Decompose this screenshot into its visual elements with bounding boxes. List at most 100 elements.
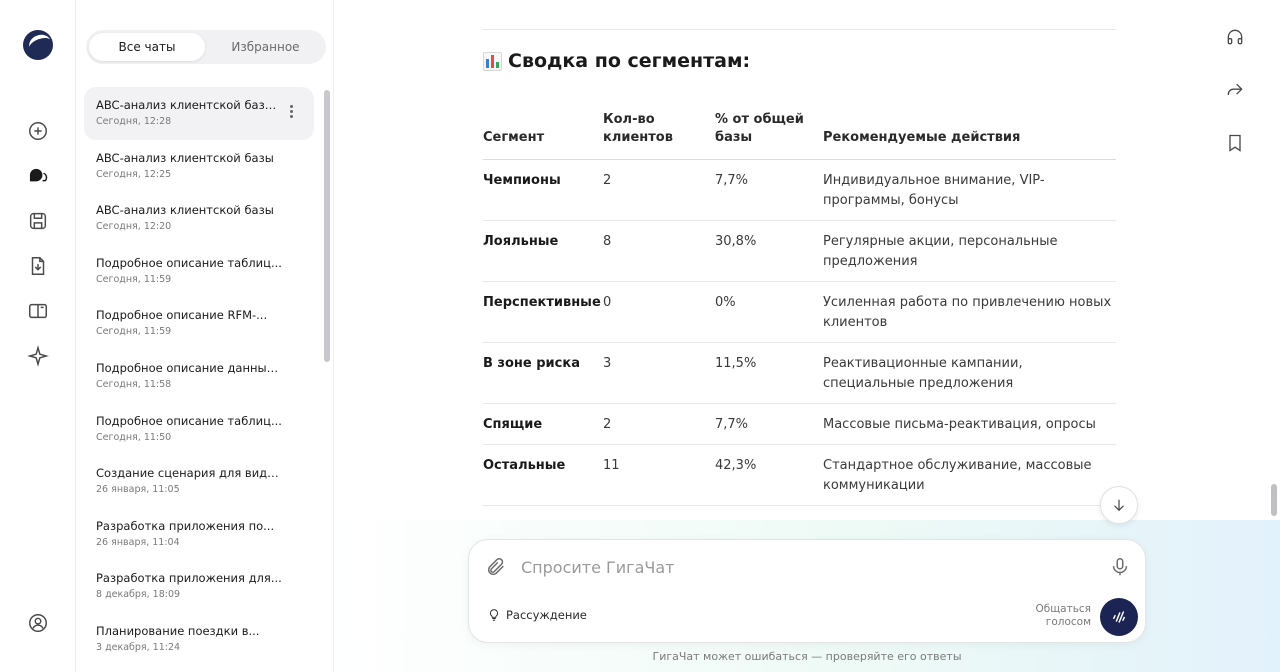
chats-icon[interactable] <box>25 163 51 189</box>
chat-list-scrollbar-thumb[interactable] <box>324 90 330 362</box>
voice-chat-label: Общаться голосом <box>1035 603 1091 628</box>
percent-cell: 0% <box>715 281 823 343</box>
percent-cell: 7,7% <box>715 159 823 221</box>
chat-item[interactable]: Подробное описание таблиц... Сегодня, 11… <box>84 403 314 456</box>
files-icon[interactable] <box>25 253 51 279</box>
chat-item-title: Подробное описание таблиц... <box>96 255 282 270</box>
segment-cell: В зоне риска <box>483 342 603 404</box>
table-row: Спящие 2 7,7% Массовые письма-реактиваци… <box>483 403 1116 445</box>
percent-cell: 11,5% <box>715 342 823 404</box>
segment-cell: Перспективные <box>483 281 603 343</box>
arrow-down-icon <box>1114 499 1124 512</box>
column-header: % от общей базы <box>715 103 823 160</box>
chat-item[interactable]: ABC-анализ клиентской базы Сегодня, 12:2… <box>84 140 314 193</box>
new-chat-icon[interactable] <box>25 118 51 144</box>
count-cell: 2 <box>603 159 715 221</box>
percent-cell: 30,8% <box>715 220 823 282</box>
library-icon[interactable] <box>25 298 51 324</box>
divider <box>483 29 1116 30</box>
attach-button[interactable] <box>485 556 507 578</box>
message-input[interactable] <box>521 554 1081 580</box>
sparkle-icon[interactable] <box>25 343 51 369</box>
table-row: Остальные 11 42,3% Стандартное обслужива… <box>483 444 1116 506</box>
column-header: Рекомендуемые действия <box>823 103 1116 160</box>
chat-item-date: Сегодня, 11:50 <box>96 431 172 443</box>
table-row: Перспективные 0 0% Усиленная работа по п… <box>483 281 1116 343</box>
page-scrollbar-thumb[interactable] <box>1271 484 1277 516</box>
tab-favorites[interactable]: Избранное <box>208 33 323 61</box>
disclaimer-text: ГигаЧат может ошибаться — проверяйте его… <box>652 650 962 663</box>
chat-item-title: ABC-анализ клиентской базы <box>96 203 274 218</box>
chat-item-title: Разработка приложения по... <box>96 518 275 533</box>
chat-item-date: Сегодня, 11:59 <box>96 326 172 338</box>
bookmark-icon <box>1229 134 1241 152</box>
voice-chat-button[interactable] <box>1100 598 1138 636</box>
profile-icon[interactable] <box>25 610 51 636</box>
actions-cell: Стандартное обслуживание, массовые комму… <box>823 444 1116 506</box>
segment-cell: Лояльные <box>483 220 603 282</box>
message-composer: Рассуждение Общаться голосом <box>468 539 1146 643</box>
segment-cell: Спящие <box>483 403 603 445</box>
chat-item-date: Сегодня, 12:25 <box>96 168 172 180</box>
chat-item-title: Планирование поездки в... <box>96 623 260 638</box>
saved-icon[interactable] <box>25 208 51 234</box>
percent-cell: 7,7% <box>715 403 823 445</box>
chat-tabs: Все чаты Избранное <box>86 30 326 64</box>
chat-item-date: 26 января, 11:05 <box>96 484 180 496</box>
voice-wave-icon <box>1112 611 1126 623</box>
share-arrow-icon <box>1227 83 1243 95</box>
table-row: Лояльные 8 30,8% Регулярные акции, персо… <box>483 220 1116 282</box>
chat-item[interactable]: Разработка приложения для... 8 декабря, … <box>84 560 314 613</box>
headphones-icon <box>1227 29 1243 45</box>
bar-chart-icon <box>483 51 502 71</box>
chat-item-date: 8 декабря, 18:09 <box>96 589 181 601</box>
count-cell: 8 <box>603 220 715 282</box>
reasoning-label: Рассуждение <box>506 608 587 622</box>
percent-cell: 42,3% <box>715 444 823 506</box>
chat-item[interactable]: Планирование поездки в... 3 декабря, 11:… <box>84 613 314 657</box>
actions-cell: Регулярные акции, персональные предложен… <box>823 220 1116 282</box>
chat-item-date: Сегодня, 11:58 <box>96 378 172 390</box>
microphone-button[interactable] <box>1109 556 1131 578</box>
chat-item-title: Создание сценария для виде... <box>96 466 282 481</box>
chat-item[interactable]: Создание сценария для виде... 26 января,… <box>84 455 314 508</box>
actions-cell: Реактивационные кампании, специальные пр… <box>823 342 1116 404</box>
support-button[interactable] <box>1222 24 1248 50</box>
chat-item-title: Подробное описание данных... <box>96 360 282 375</box>
chat-item-title: Разработка приложения для... <box>96 571 282 586</box>
chat-item-date: Сегодня, 11:59 <box>96 273 172 285</box>
lightbulb-icon <box>490 609 498 621</box>
segment-cell: Остальные <box>483 444 603 506</box>
chat-item-date: Сегодня, 12:28 <box>96 116 172 127</box>
section-heading-text: Сводка по сегментам: <box>508 50 751 72</box>
tab-all-chats[interactable]: Все чаты <box>89 33 205 61</box>
gigachat-logo-icon[interactable] <box>23 30 53 60</box>
chat-item[interactable]: Подробное описание RFM-... Сегодня, 11:5… <box>84 297 314 350</box>
count-cell: 3 <box>603 342 715 404</box>
chat-item[interactable]: Подробное описание данных... Сегодня, 11… <box>84 350 314 403</box>
chat-item[interactable]: Разработка приложения по... 26 января, 1… <box>84 508 314 561</box>
share-button[interactable] <box>1222 77 1248 103</box>
actions-cell: Усиленная работа по привлечению новых кл… <box>823 281 1116 343</box>
actions-cell: Индивидуальное внимание, VIP-программы, … <box>823 159 1116 221</box>
chat-list-panel: Все чаты Избранное ABC-анализ клиентской… <box>76 0 334 672</box>
count-cell: 2 <box>603 403 715 445</box>
reasoning-toggle[interactable]: Рассуждение <box>487 608 587 622</box>
chat-list: ABC-анализ клиентской базы... Сегодня, 1… <box>84 87 314 657</box>
page-scrollbar[interactable] <box>1268 0 1280 672</box>
microphone-icon <box>1112 558 1128 576</box>
left-rail <box>0 0 76 672</box>
chat-item-date: Сегодня, 12:20 <box>96 221 172 233</box>
chat-item-title: Подробное описание RFM-... <box>96 308 268 323</box>
more-options-icon[interactable] <box>290 105 294 120</box>
paperclip-icon <box>487 558 504 576</box>
chat-item[interactable]: ABC-анализ клиентской базы Сегодня, 12:2… <box>84 192 314 245</box>
chat-list-scrollbar[interactable] <box>323 88 331 658</box>
table-header-row: Сегмент Кол-во клиентов % от общей базы … <box>483 103 1116 160</box>
chat-item[interactable]: ABC-анализ клиентской базы... Сегодня, 1… <box>84 87 314 140</box>
bookmark-button[interactable] <box>1222 130 1248 156</box>
column-header: Кол-во клиентов <box>603 103 715 160</box>
segments-table: Сегмент Кол-во клиентов % от общей базы … <box>483 103 1116 506</box>
scroll-down-button[interactable] <box>1100 486 1138 524</box>
chat-item[interactable]: Подробное описание таблиц... Сегодня, 11… <box>84 245 314 298</box>
